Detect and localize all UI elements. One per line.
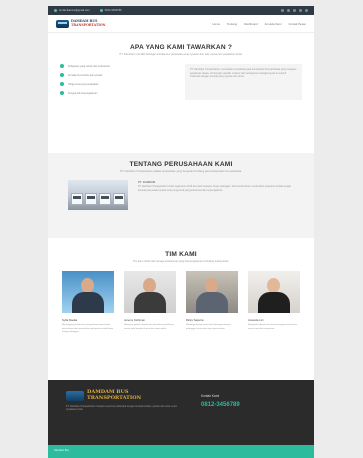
youtube-icon[interactable] [305,9,308,12]
services-title: APA YANG KAMI TAWARKAN ? [129,44,233,51]
feature-item: Pelayanan yang ramah dan profesional [60,64,177,69]
member-bio: Mengatur jadwal armada dan koordinasi pe… [124,324,174,330]
avatar [124,271,176,314]
nav-kontak[interactable]: Kontak Pesan [289,22,306,26]
team-title: TIM KAMI [165,251,197,258]
team-member-card: Syifa Maulia Bertanggung jawab atas peng… [62,271,114,334]
avatar-head [143,278,156,294]
bus-shape [113,193,125,206]
avatar [62,271,114,314]
member-name: Ricky Saputra [186,318,204,323]
footer-phone[interactable]: 0812-3456789 [201,402,240,408]
feature-item: Armada bus terbaru dan terawat [60,73,177,78]
member-name: Jeremy Kohlman [124,318,145,323]
bus-shape [85,193,97,206]
social-links [278,9,308,12]
bus-fleet-image [68,180,128,211]
site-header: DAMDAM BUS TRANSPORTATION Home Tentang D… [48,15,314,33]
instagram-icon[interactable] [293,9,296,12]
footer-logo-line-2: TRANSPORTATION [87,394,142,401]
nav-armada[interactable]: Armada Kami [265,22,282,26]
main-nav: Home Tentang Dashboard Armada Kami Konta… [206,22,306,26]
mail-icon [54,9,57,12]
team-member-card: Jeremy Kohlman Mengatur jadwal armada da… [124,271,176,334]
topbar-email-text: sk.dambaerus@gmail.com [59,9,90,12]
feature-list: Pelayanan yang ramah dan profesional Arm… [60,64,177,100]
avatar [186,271,238,314]
nav-tentang[interactable]: Tentang [227,22,237,26]
footer-logo-text: DAMDAM BUS TRANSPORTATION [87,389,142,401]
member-bio: Mengelola administrasi dan keuangan peru… [248,324,298,330]
copyright-bar: DamDam Bus [48,445,314,458]
site-logo[interactable]: DAMDAM BUS TRANSPORTATION [56,19,106,28]
team-member-card: Ricky Saputra Menangani pemasaran dan hu… [186,271,238,334]
check-icon [60,73,64,78]
member-bio: Menangani pemasaran dan hubungan dengan … [186,324,231,330]
feature-item: Pengemudi berpengalaman [60,91,177,96]
team-section: TIM KAMI Tim kami terdiri dari tenaga pr… [48,238,314,393]
feature-text: Armada bus terbaru dan terawat [68,73,103,77]
about-text: PT. DamDam Transportation berdiri sejak … [138,186,292,192]
avatar-body [196,292,228,314]
footer-logo[interactable]: DAMDAM BUS TRANSPORTATION [66,389,181,401]
avatar-body [134,292,166,314]
avatar-head [205,278,218,294]
feature-text: Pelayanan yang ramah dan profesional [68,64,110,68]
topbar-email[interactable]: sk.dambaerus@gmail.com [54,9,90,12]
check-icon [60,91,64,96]
feature-text: Pengemudi berpengalaman [68,91,98,95]
logo-text: DAMDAM BUS TRANSPORTATION [71,19,106,27]
member-name: Amanda Lim [248,318,264,323]
avatar-body [72,292,104,314]
phone-icon [99,9,103,12]
avatar [248,271,300,314]
top-bar: sk.dambaerus@gmail.com 0812-3456789 [48,6,314,15]
topbar-phone[interactable]: 0812-3456789 [99,9,122,12]
bus-logo-icon [56,19,69,28]
bus-shape [71,193,83,206]
nav-home[interactable]: Home [213,22,220,26]
page: sk.dambaerus@gmail.com 0812-3456789 DAMD… [48,6,314,458]
twitter-icon[interactable] [287,9,290,12]
site-footer: DAMDAM BUS TRANSPORTATION PT. DamDam Tra… [48,380,314,445]
google-plus-icon[interactable] [299,9,302,12]
footer-description: PT. DamDam Transportation melayani sewa … [66,406,177,412]
footer-contact-heading: Kontak Kami [201,394,220,398]
feature-text: Harga sewa yang terjangkau [68,82,99,86]
feature-item: Harga sewa yang terjangkau [60,82,177,87]
about-title: TENTANG PERUSAHAAN KAMI [129,161,233,168]
nav-dashboard[interactable]: Dashboard [244,22,258,26]
avatar-head [267,278,280,294]
avatar-body [258,292,290,314]
member-bio: Bertanggung jawab atas pengelolaan opera… [62,324,113,333]
avatar-head [81,278,94,294]
team-member-card: Amanda Lim Mengelola administrasi dan ke… [248,271,300,334]
about-section: TENTANG PERUSAHAAN KAMI PT. DamDam Trans… [48,153,314,238]
facebook-icon[interactable] [281,9,284,12]
bus-logo-icon [66,390,84,401]
check-icon [60,64,64,69]
about-heading: PT. DAMDAM [138,180,156,185]
services-description-box: PT. DamDam Transportation merupakan peru… [184,64,302,101]
services-section: APA YANG KAMI TAWARKAN ? PT. DamDam memi… [48,33,314,153]
bus-shape [99,193,111,206]
logo-line-2: TRANSPORTATION [71,22,106,27]
member-name: Syifa Maulia [62,318,78,323]
check-icon [60,82,64,87]
copyright-text: DamDam Bus [54,449,69,452]
topbar-phone-text: 0812-3456789 [104,9,122,12]
